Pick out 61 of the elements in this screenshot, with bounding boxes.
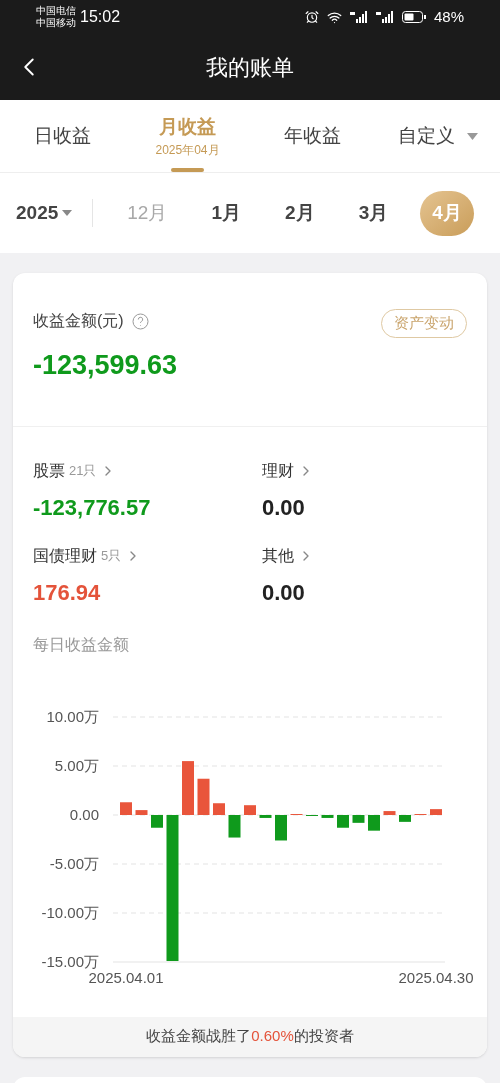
y-axis-label: -10.00万	[41, 903, 99, 921]
ranking-text: 收益金额战胜了0.60%的投资者	[13, 1016, 487, 1057]
category-amount: -123,776.57	[33, 493, 152, 522]
battery-percent: 48%	[433, 6, 464, 27]
bar	[151, 814, 163, 828]
carrier-name: 中国电信	[36, 5, 76, 17]
bar	[399, 814, 411, 822]
month-chip[interactable]: 3月	[346, 190, 401, 236]
dropdown-caret-icon	[466, 132, 478, 140]
category-count: 21只	[69, 461, 97, 480]
bar	[383, 810, 396, 815]
alarm-icon	[304, 10, 319, 24]
tab-subtitle: 2025年04月	[155, 142, 220, 160]
summary-label: 收益金额(元)	[33, 311, 124, 331]
bar	[352, 814, 365, 823]
signal-icon	[349, 11, 368, 23]
bar	[135, 809, 148, 815]
bar	[337, 814, 349, 828]
caret-icon	[62, 210, 73, 216]
tab[interactable]: 自定义	[375, 100, 500, 172]
clock-time: 15:02	[80, 7, 121, 27]
page-title: 我的账单	[206, 53, 294, 82]
bar	[120, 801, 132, 815]
carrier-name: 中国移动	[36, 17, 76, 29]
year-dropdown[interactable]: 2025	[16, 198, 94, 228]
category-amount: 0.00	[262, 578, 306, 607]
bar	[259, 814, 272, 818]
y-axis-label: 5.00万	[54, 756, 99, 774]
bar	[321, 814, 334, 818]
help-icon[interactable]	[131, 312, 149, 330]
category-amount: 176.94	[33, 578, 102, 607]
bar	[244, 804, 256, 815]
tab[interactable]: 日收益	[0, 100, 125, 172]
y-axis-label: -5.00万	[49, 854, 99, 872]
category-name: 理财	[262, 460, 294, 481]
x-axis-label: 2025.04.01	[88, 968, 164, 986]
signal-icon	[375, 11, 394, 23]
x-axis-label: 2025.04.30	[398, 968, 474, 986]
y-axis-label: 0.00	[69, 805, 99, 823]
month-chip[interactable]: 1月	[199, 190, 254, 236]
category-name: 其他	[262, 545, 294, 566]
bar	[182, 760, 194, 815]
chart-title: 每日收益金额	[32, 634, 130, 655]
category-name: 股票	[33, 460, 65, 481]
category-count: 5只	[101, 546, 122, 565]
bar	[275, 814, 287, 840]
battery-icon	[401, 11, 426, 23]
month-chip[interactable]: 2月	[273, 190, 327, 236]
y-axis-label: -15.00万	[41, 952, 99, 970]
bar	[228, 814, 241, 838]
summary-amount: -123,599.63	[33, 349, 178, 382]
category-amount: 0.00	[262, 493, 306, 522]
bar	[197, 778, 210, 815]
bar	[368, 814, 380, 831]
tab-indicator	[171, 168, 204, 172]
y-axis-label: 10.00万	[46, 707, 99, 725]
tab[interactable]: 年收益	[250, 100, 375, 172]
category-name: 国债理财	[33, 545, 97, 566]
bar	[213, 802, 225, 815]
bar	[430, 808, 442, 815]
wifi-icon	[326, 9, 342, 25]
